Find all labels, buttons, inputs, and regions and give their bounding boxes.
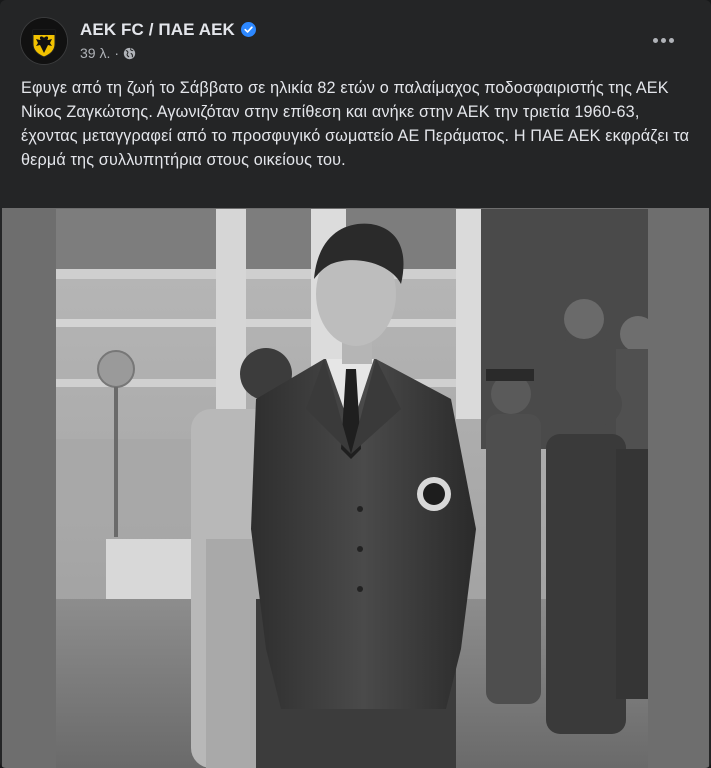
page-name-label[interactable]: AEK FC / ΠΑΕ ΑΕΚ [80,20,235,39]
globe-icon[interactable] [123,47,136,60]
page-name[interactable]: AEK FC / ΠΑΕ ΑΕΚ [80,20,256,40]
aek-logo-icon [21,18,67,64]
meta-separator: · [114,45,120,61]
post-text: Εφυγε από τη ζωή το Σάββατο σε ηλικία 82… [21,79,690,169]
more-options-icon [652,37,658,43]
more-options-button[interactable] [645,28,681,52]
facebook-post: AEK FC / ΠΑΕ ΑΕΚ 39 λ. · Εφυγε από τη ζωή… [0,0,711,768]
post-timestamp[interactable]: 39 λ. [80,45,110,61]
more-options-icon [660,37,666,43]
more-options-icon [668,37,674,43]
post-photo[interactable] [56,209,648,768]
black-and-white-photo [56,209,648,768]
post-meta: 39 λ. · [80,45,136,61]
page-avatar[interactable] [21,18,67,64]
post-header: AEK FC / ΠΑΕ ΑΕΚ 39 λ. · [0,0,711,70]
verified-badge-icon [240,22,256,37]
